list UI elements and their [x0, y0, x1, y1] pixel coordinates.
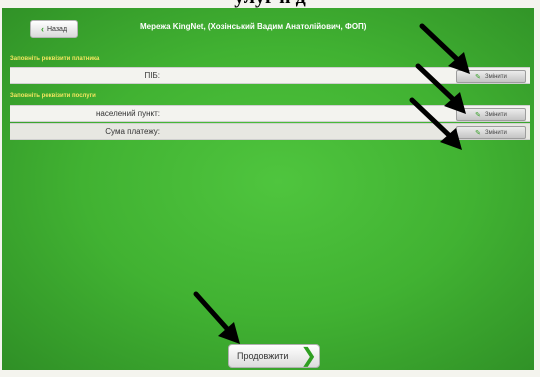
pencil-check-icon: ✎ — [475, 111, 481, 119]
annotation-arrow-icon — [409, 97, 462, 150]
provider-title: Мережа KingNet, (Хозінський Вадим Анатол… — [140, 22, 367, 31]
annotation-arrow-icon — [193, 291, 240, 344]
service-section-label: Заповніть реквізити послуги — [10, 93, 96, 99]
back-button[interactable]: ‹ Назад — [30, 20, 78, 38]
chevron-left-icon: ‹ — [40, 24, 44, 34]
page-heading: улуг п д — [0, 0, 540, 8]
row-settlement-label: населений пункт: — [96, 109, 160, 118]
row-pib-label: ПІБ: — [144, 71, 160, 80]
change-button-label: Змінити — [485, 111, 507, 118]
change-button-label: Змінити — [485, 73, 507, 80]
back-button-label: Назад — [46, 25, 68, 33]
change-button-label: Змінити — [485, 129, 507, 136]
continue-button-label: Продовжити — [237, 351, 289, 361]
payer-section-label: Заповніть реквізити платника — [10, 56, 100, 62]
chevron-right-icon: ❯ — [300, 345, 317, 367]
row-amount-label: Сума платежу: — [105, 127, 160, 136]
pencil-check-icon: ✎ — [475, 129, 481, 137]
